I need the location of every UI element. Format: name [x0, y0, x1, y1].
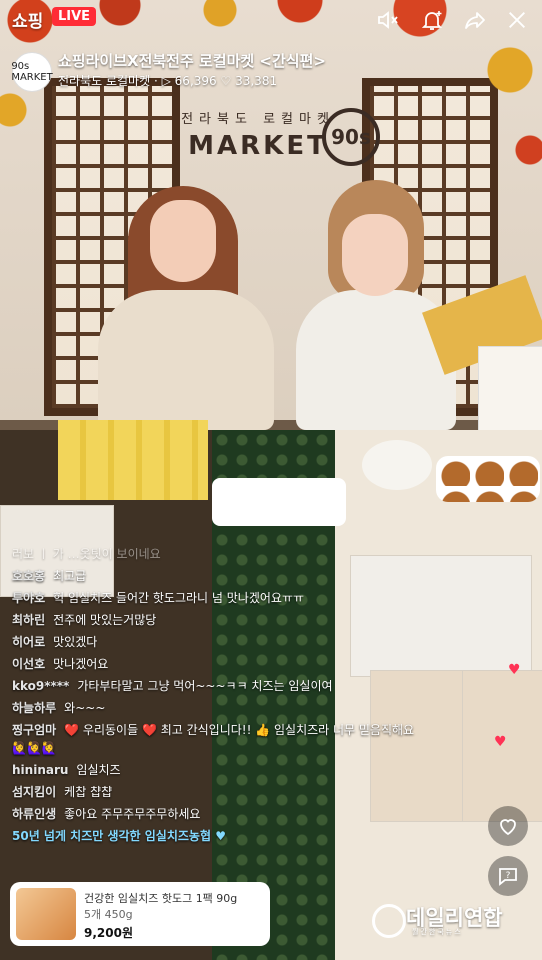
teapot: [362, 440, 432, 490]
channel-meta: 전라북도 로컬마켓 · ▷ 66,396 ♡ 33,381: [58, 72, 277, 89]
product-price: 9,200원: [84, 926, 133, 940]
channel-name[interactable]: 전라북도 로컬마켓: [58, 74, 150, 88]
news-watermark: 데일리연합 월간한국뉴스: [372, 900, 532, 940]
play-icon: ▷: [161, 74, 171, 88]
chat-message: 투야호 헉 임실치즈 들어간 핫도그라니 넘 맛나겠어요ㅠㅠ: [12, 589, 432, 607]
chat-text: 좋아요 주무주무주무하세요: [64, 807, 201, 821]
news-logo-icon: [372, 904, 406, 938]
svg-text:?: ?: [506, 871, 511, 881]
chat-nick: kko9****: [12, 679, 70, 693]
channel-notice: 50년 넘게 치즈만 생각한 임실치즈농협 ♥: [12, 829, 226, 843]
notification-add-icon: [421, 11, 443, 30]
chat-text: 가타부타말고 그냥 먹어~~~ㅋㅋ 치즈는 임실이여: [77, 679, 333, 693]
chat-nick: 하늘하루: [12, 701, 57, 715]
chat-text: ❤️ 우리동이들 ❤️ 최고 간식입니다!! 👍 임실치즈라 너무 믿음직해요 …: [12, 723, 415, 755]
watermark-subtitle: 월간한국뉴스: [412, 928, 463, 936]
share-button[interactable]: [461, 6, 489, 34]
chat-nick: 이선호: [12, 657, 46, 671]
yellow-snack-boxes: [58, 420, 208, 500]
play-count: 66,396: [174, 74, 217, 88]
chat-text: 전주에 맛있는거많당: [53, 613, 157, 627]
product-title: 건강한 임실치즈 핫도그 1팩 90g: [84, 892, 238, 905]
product-quantity: 5개 450g: [84, 908, 133, 921]
top-bar: 쇼핑 LIVE: [0, 0, 542, 40]
chat-text: 와~~~: [64, 701, 106, 715]
rice-cake-plate: [212, 478, 346, 526]
chat-text: 러보 ㅣ 가 …옷팃이 보이네요: [12, 547, 161, 561]
close-icon: [509, 12, 525, 28]
chat-message: 찡구엄마 ❤️ 우리동이들 ❤️ 최고 간식입니다!! 👍 임실치즈라 너무 믿음…: [12, 721, 432, 757]
chat-nick: 최하린: [12, 613, 46, 627]
chat-help-icon: ?: [499, 868, 517, 886]
chat-nick: 찡구엄마: [12, 723, 57, 737]
chat-message: 호호홍 최고급: [12, 567, 432, 585]
chat-text: 헉 임실치즈 들어간 핫도그라니 넘 맛나겠어요ㅠㅠ: [53, 591, 305, 605]
host-left-face: [150, 200, 216, 282]
like-button[interactable]: [488, 806, 528, 846]
chat-message: 러보 ㅣ 가 …옷팃이 보이네요: [12, 545, 432, 563]
chat-nick: hininaru: [12, 763, 69, 777]
shopping-label: 쇼핑: [12, 12, 44, 32]
cookie-plate: [436, 456, 540, 502]
close-button[interactable]: [503, 6, 531, 34]
separator-dot: ·: [153, 74, 162, 88]
market-logo-badge: 90s: [322, 108, 380, 166]
heart-reaction-icon: [500, 819, 516, 836]
chat-text: 맛나겠어요: [53, 657, 109, 671]
avatar-text: 90s MARKET: [11, 61, 53, 83]
chat-message: 이선호 맛나겠어요: [12, 655, 432, 673]
live-chat: 러보 ㅣ 가 …옷팃이 보이네요 호호홍 최고급 투야호 헉 임실치즈 들어간 핫도…: [12, 545, 432, 849]
heart-icon: ♡: [220, 74, 232, 88]
chat-text: 최고급: [53, 569, 87, 583]
chat-message: 최하린 전주에 맛있는거많당: [12, 611, 432, 629]
chat-nick: 하류인생: [12, 807, 57, 821]
chat-message: hininaru 임실치즈: [12, 761, 432, 779]
heart-reaction-icon: ♥: [508, 662, 521, 678]
broadcast-title: 쇼핑라이브X전북전주 로컬마켓 <간식편>: [58, 52, 326, 70]
heart-reaction-icon: ♥: [494, 734, 507, 750]
product-card[interactable]: 건강한 임실치즈 핫도그 1팩 90g 5개 450g 9,200원: [10, 882, 270, 946]
live-badge: LIVE: [52, 7, 97, 26]
host-left-body: [98, 290, 274, 430]
share-icon: [465, 12, 485, 29]
chat-message: kko9**** 가타부타말고 그냥 먹어~~~ㅋㅋ 치즈는 임실이여: [12, 677, 432, 695]
chat-message: 하늘하루 와~~~: [12, 699, 432, 717]
chat-message: 섬지킴이 케찹 챱챱: [12, 783, 432, 801]
chat-nick: 투야호: [12, 591, 46, 605]
channel-info: 90s MARKET 쇼핑라이브X전북전주 로컬마켓 <간식편> 전라북도 로컬…: [11, 48, 532, 92]
channel-avatar[interactable]: 90s MARKET: [11, 52, 53, 92]
chat-nick: 히어로: [12, 635, 46, 649]
like-count: 33,381: [235, 74, 278, 88]
chat-nick: 섬지킴이: [12, 785, 57, 799]
host-right-face: [342, 214, 408, 296]
chat-text: 임실치즈: [76, 763, 121, 777]
chat-nick: 호호홍: [12, 569, 46, 583]
product-thumbnail: [16, 888, 76, 940]
chat-message: 하류인생 좋아요 주무주무주무하세요: [12, 805, 432, 823]
chat-text: 케찹 챱챱: [64, 785, 113, 799]
mute-button[interactable]: [374, 6, 402, 34]
chat-help-button[interactable]: ?: [488, 856, 528, 896]
mute-icon: [378, 11, 398, 29]
notify-button[interactable]: [418, 6, 446, 34]
chat-message: 히어로 맛있겠다: [12, 633, 432, 651]
chat-text: 맛있겠다: [53, 635, 98, 649]
